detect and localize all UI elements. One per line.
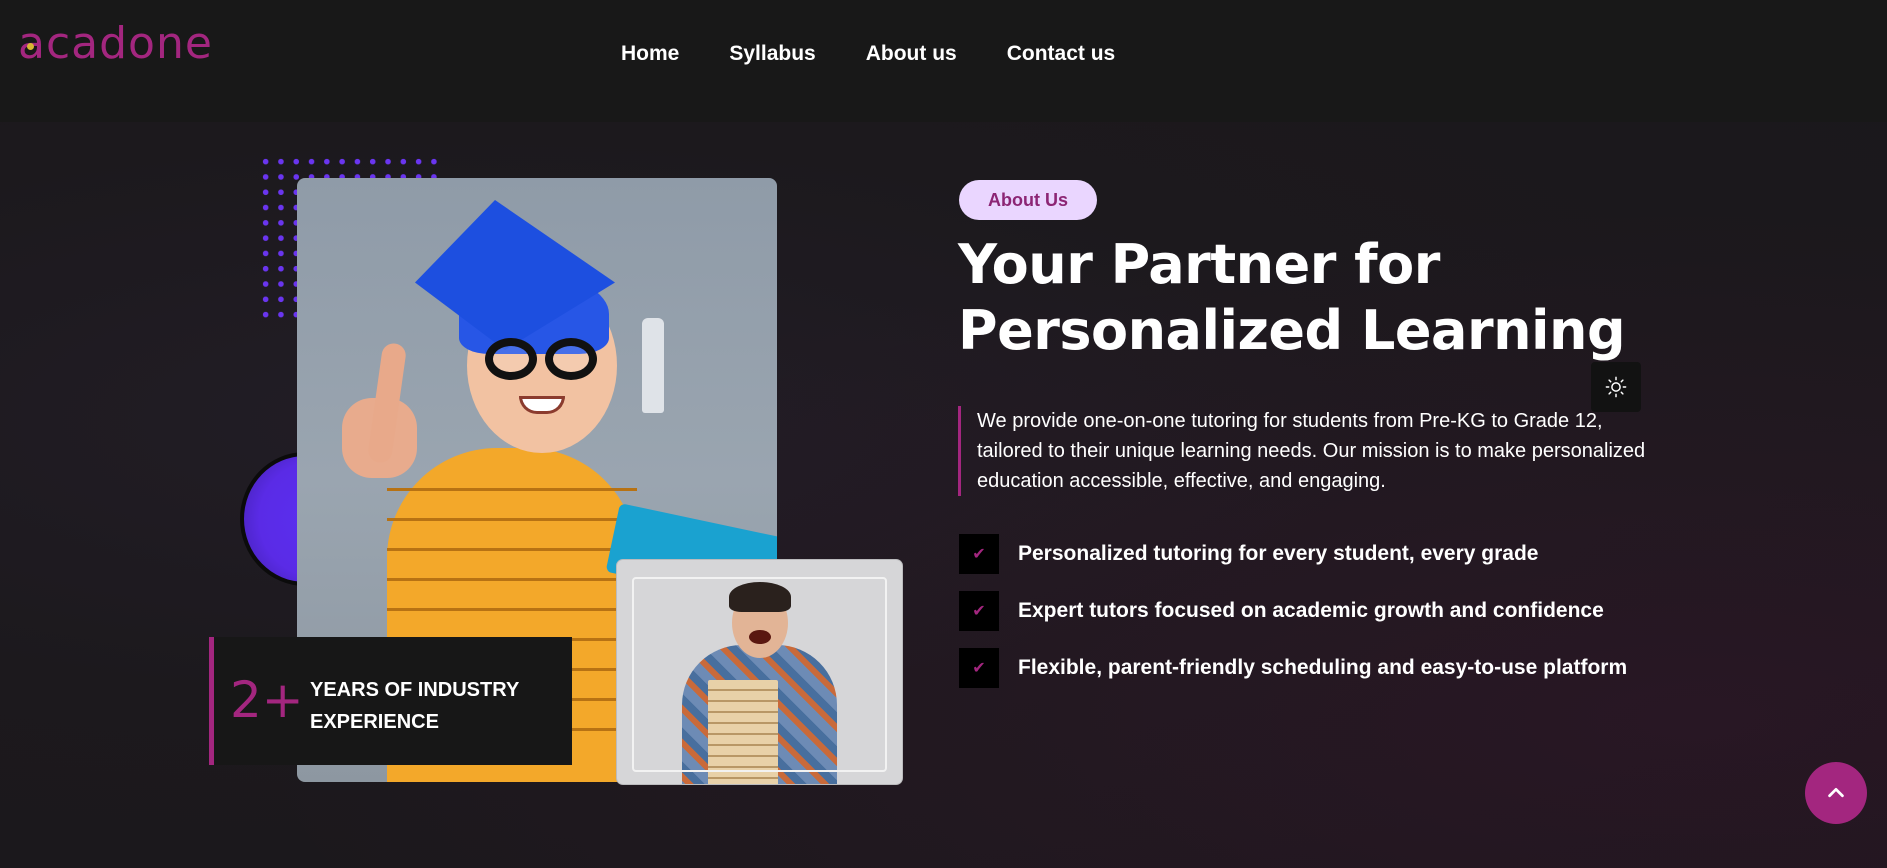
main-nav: Home Syllabus About us Contact us [621,42,1115,66]
check-icon: ✔ [959,590,999,631]
scroll-to-top-button[interactable] [1805,762,1867,824]
feature-list: ✔ Personalized tutoring for every studen… [959,525,1627,696]
nav-syllabus[interactable]: Syllabus [729,42,815,66]
logo-dot-icon [27,43,34,50]
experience-number: 2+ [230,671,304,729]
teacher-photo [617,560,902,784]
list-item: ✔ Expert tutors focused on academic grow… [959,582,1627,639]
site-header: acadone Home Syllabus About us Contact u… [0,0,1887,122]
list-item: ✔ Personalized tutoring for every studen… [959,525,1627,582]
experience-text: YEARS OF INDUSTRY EXPERIENCE [310,679,519,733]
nav-contact[interactable]: Contact us [1007,42,1116,66]
feature-label: Personalized tutoring for every student,… [1018,541,1539,565]
check-icon: ✔ [959,533,999,574]
feature-label: Expert tutors focused on academic growth… [1018,598,1604,622]
chevron-up-icon [1828,787,1844,798]
sun-icon[interactable] [1591,362,1641,412]
check-icon: ✔ [959,647,999,688]
logo[interactable]: acadone [18,18,213,69]
list-item: ✔ Flexible, parent-friendly scheduling a… [959,639,1627,696]
title-highlight: for [1354,233,1440,296]
experience-card: 2+ YEARS OF INDUSTRY EXPERIENCE [209,637,572,765]
nav-about[interactable]: About us [866,42,957,66]
nav-home[interactable]: Home [621,42,679,66]
feature-label: Flexible, parent-friendly scheduling and… [1018,655,1628,679]
title-part-1: Your Partner [958,233,1355,296]
description: We provide one-on-one tutoring for stude… [958,406,1658,496]
title-part-2: Personalized Learning [958,299,1626,362]
page-title: Your Partner for Personalized Learning [958,232,1658,364]
about-badge: About Us [959,180,1097,220]
